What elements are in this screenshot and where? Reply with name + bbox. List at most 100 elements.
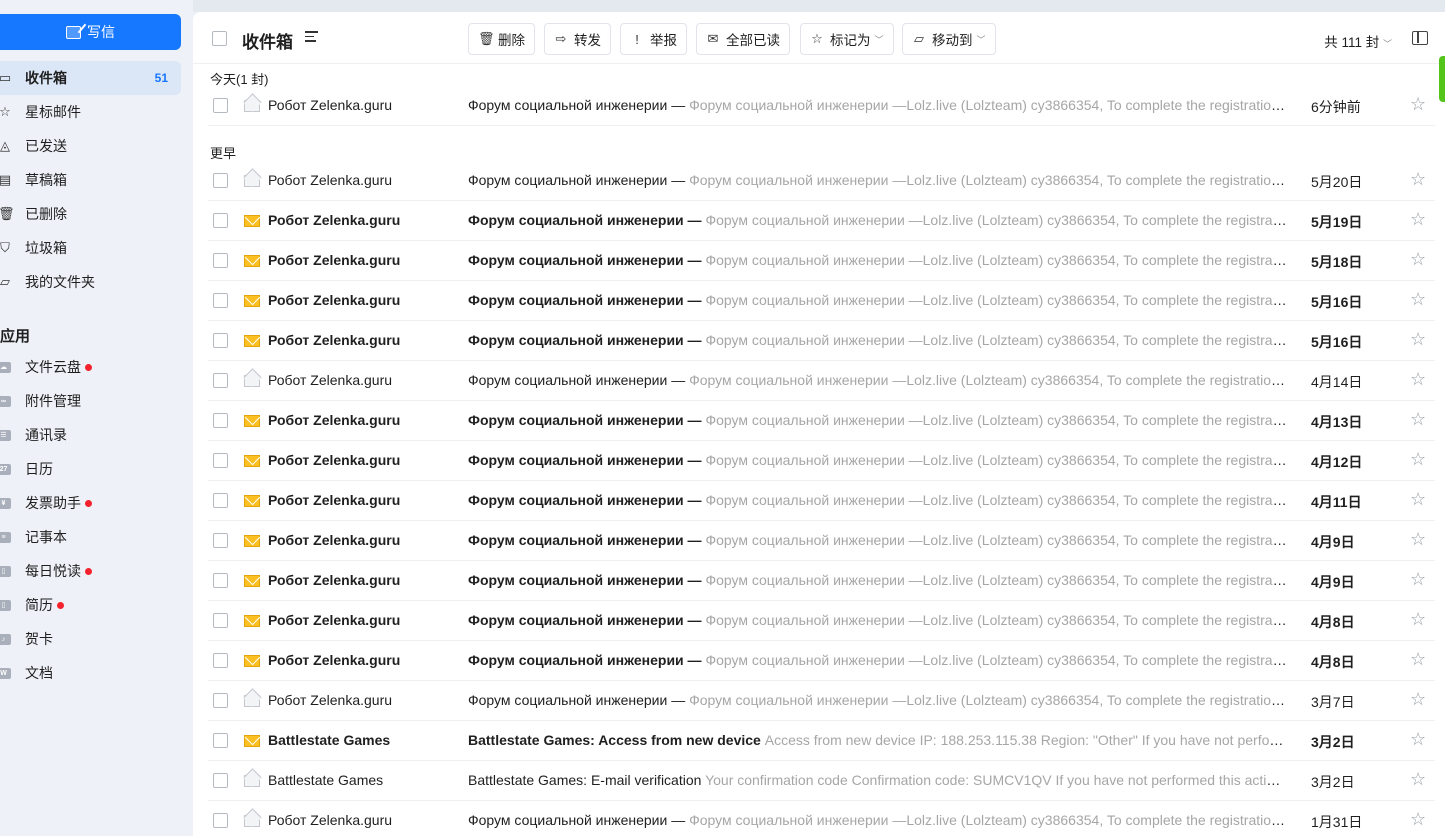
mail-date: 5月16日 bbox=[1311, 294, 1363, 310]
star-icon[interactable]: ☆ bbox=[1410, 289, 1426, 310]
mail-row[interactable]: Робот Zelenka.guru Форум социальной инжен… bbox=[208, 601, 1435, 641]
star-icon[interactable]: ☆ bbox=[1410, 729, 1426, 750]
star-icon[interactable]: ☆ bbox=[1410, 169, 1426, 190]
sidebar-item-5[interactable]: ⛉ 垃圾箱 bbox=[0, 231, 181, 265]
star-icon[interactable]: ☆ bbox=[1410, 529, 1426, 550]
star-icon[interactable]: ☆ bbox=[1410, 329, 1426, 350]
mail-preview: Форум социальной инженерии —Lolz.live (L… bbox=[689, 372, 1288, 388]
toolbar-button-3[interactable]: ✉ 全部已读 bbox=[696, 23, 790, 55]
mail-preview: Access from new device IP: 188.253.115.3… bbox=[764, 732, 1288, 748]
mail-row[interactable]: Робот Zelenka.guru Форум социальной инжен… bbox=[208, 86, 1435, 126]
side-tab-handle[interactable] bbox=[1439, 56, 1445, 102]
spam-shield-icon: ⛉ bbox=[0, 240, 10, 255]
layout-toggle-icon[interactable] bbox=[1412, 31, 1428, 45]
unread-envelope-icon bbox=[244, 295, 260, 307]
app-item-label: 每日悦读 bbox=[25, 563, 81, 579]
mail-row[interactable]: Робот Zelenka.guru Форум социальной инжен… bbox=[208, 481, 1435, 521]
mail-row[interactable]: Робот Zelenka.guru Форум социальной инжен… bbox=[208, 561, 1435, 601]
row-checkbox[interactable] bbox=[213, 373, 228, 388]
star-icon[interactable]: ☆ bbox=[1410, 689, 1426, 710]
row-checkbox[interactable] bbox=[213, 773, 228, 788]
mail-row[interactable]: Робот Zelenka.guru Форум социальной инжен… bbox=[208, 321, 1435, 361]
sidebar-item-4[interactable]: 🗑 已删除 bbox=[0, 197, 181, 231]
unread-envelope-icon bbox=[244, 215, 260, 227]
star-icon[interactable]: ☆ bbox=[1410, 409, 1426, 430]
mail-row[interactable]: Робот Zelenka.guru Форум социальной инжен… bbox=[208, 401, 1435, 441]
mail-row[interactable]: Робот Zelenka.guru Форум социальной инжен… bbox=[208, 521, 1435, 561]
row-checkbox[interactable] bbox=[213, 573, 228, 588]
star-icon[interactable]: ☆ bbox=[1410, 569, 1426, 590]
star-icon[interactable]: ☆ bbox=[1410, 249, 1426, 270]
toolbar-button-label: 转发 bbox=[574, 33, 601, 48]
mail-row[interactable]: Робот Zelenka.guru Форум социальной инжен… bbox=[208, 681, 1435, 721]
app-item-3[interactable]: 27 日历 bbox=[0, 452, 181, 486]
row-checkbox[interactable] bbox=[213, 813, 228, 828]
star-icon[interactable]: ☆ bbox=[1410, 94, 1426, 115]
app-item-1[interactable]: ∞ 附件管理 bbox=[0, 384, 181, 418]
toolbar-button-0[interactable]: 🗑 删除 bbox=[468, 23, 535, 55]
sidebar-item-0[interactable]: ▭ 收件箱 51 bbox=[0, 61, 181, 95]
app-item-6[interactable]: ▯ 每日悦读 bbox=[0, 554, 181, 588]
row-checkbox[interactable] bbox=[213, 493, 228, 508]
mail-date: 4月8日 bbox=[1311, 614, 1355, 630]
star-icon[interactable]: ☆ bbox=[1410, 449, 1426, 470]
star-icon[interactable]: ☆ bbox=[1410, 609, 1426, 630]
toolbar-button-2[interactable]: ! 举报 bbox=[620, 23, 687, 55]
app-item-4[interactable]: ¥ 发票助手 bbox=[0, 486, 181, 520]
mail-preview: Форум социальной инженерии —Lolz.live (L… bbox=[689, 692, 1288, 708]
trash-icon: 🗑 bbox=[0, 206, 15, 221]
row-checkbox[interactable] bbox=[213, 293, 228, 308]
toolbar-button-4[interactable]: ☆ 标记为 ﹀ bbox=[800, 23, 894, 55]
row-checkbox[interactable] bbox=[213, 333, 228, 348]
toolbar-button-label: 全部已读 bbox=[726, 33, 780, 48]
mail-row[interactable]: Робот Zelenka.guru Форум социальной инжен… bbox=[208, 161, 1435, 201]
row-checkbox[interactable] bbox=[213, 613, 228, 628]
row-checkbox[interactable] bbox=[213, 533, 228, 548]
app-item-0[interactable]: ☁ 文件云盘 bbox=[0, 350, 181, 384]
mail-row[interactable]: Робот Zelenka.guru Форум социальной инжен… bbox=[208, 361, 1435, 401]
mail-preview: Your confirmation code Confirmation code… bbox=[705, 772, 1288, 788]
app-item-7[interactable]: ▯ 简历 bbox=[0, 588, 181, 622]
mail-row[interactable]: Battlestate Games Battlestate Games: Acce… bbox=[208, 721, 1435, 761]
select-all-checkbox[interactable] bbox=[212, 31, 227, 46]
row-checkbox[interactable] bbox=[213, 173, 228, 188]
star-icon[interactable]: ☆ bbox=[1410, 489, 1426, 510]
contacts-icon: ☰ bbox=[0, 430, 11, 441]
sidebar-item-3[interactable]: ▤ 草稿箱 bbox=[0, 163, 181, 197]
toolbar-button-5[interactable]: ▱ 移动到 ﹀ bbox=[902, 23, 996, 55]
row-checkbox[interactable] bbox=[213, 413, 228, 428]
row-checkbox[interactable] bbox=[213, 653, 228, 668]
app-item-8[interactable]: ♪ 贺卡 bbox=[0, 622, 181, 656]
star-icon[interactable]: ☆ bbox=[1410, 649, 1426, 670]
row-checkbox[interactable] bbox=[213, 253, 228, 268]
mail-row[interactable]: Робот Zelenka.guru Форум социальной инжен… bbox=[208, 801, 1435, 836]
row-checkbox[interactable] bbox=[213, 453, 228, 468]
mail-preview: Форум социальной инженерии —Lolz.live (L… bbox=[705, 292, 1288, 308]
sidebar-item-1[interactable]: ☆ 星标邮件 bbox=[0, 95, 181, 129]
row-checkbox[interactable] bbox=[213, 213, 228, 228]
apps-heading: 应用 bbox=[0, 328, 31, 345]
app-item-2[interactable]: ☰ 通讯录 bbox=[0, 418, 181, 452]
star-icon[interactable]: ☆ bbox=[1410, 209, 1426, 230]
row-checkbox[interactable] bbox=[213, 693, 228, 708]
app-item-9[interactable]: W 文档 bbox=[0, 656, 181, 690]
mail-row[interactable]: Робот Zelenka.guru Форум социальной инжен… bbox=[208, 241, 1435, 281]
row-checkbox[interactable] bbox=[213, 98, 228, 113]
mail-row[interactable]: Робот Zelenka.guru Форум социальной инжен… bbox=[208, 441, 1435, 481]
app-item-5[interactable]: ≡ 记事本 bbox=[0, 520, 181, 554]
mail-row[interactable]: Робот Zelenka.guru Форум социальной инжен… bbox=[208, 641, 1435, 681]
total-count-dropdown[interactable]: 共 111 封 ﹀ bbox=[1324, 31, 1392, 51]
star-icon[interactable]: ☆ bbox=[1410, 809, 1426, 830]
toolbar-button-1[interactable]: ⇨ 转发 bbox=[544, 23, 611, 55]
mail-row[interactable]: Battlestate Games Battlestate Games: E-ma… bbox=[208, 761, 1435, 801]
sidebar-item-2[interactable]: ◬ 已发送 bbox=[0, 129, 181, 163]
star-icon[interactable]: ☆ bbox=[1410, 769, 1426, 790]
filter-icon[interactable] bbox=[305, 31, 318, 43]
mail-row[interactable]: Робот Zelenka.guru Форум социальной инжен… bbox=[208, 201, 1435, 241]
mail-row[interactable]: Робот Zelenka.guru Форум социальной инжен… bbox=[208, 281, 1435, 321]
sidebar-item-6[interactable]: ▱ 我的文件夹 bbox=[0, 265, 181, 299]
star-icon[interactable]: ☆ bbox=[1410, 369, 1426, 390]
compose-button[interactable]: 写信 bbox=[0, 14, 181, 50]
row-checkbox[interactable] bbox=[213, 733, 228, 748]
mail-sender: Робот Zelenka.guru bbox=[268, 252, 401, 268]
